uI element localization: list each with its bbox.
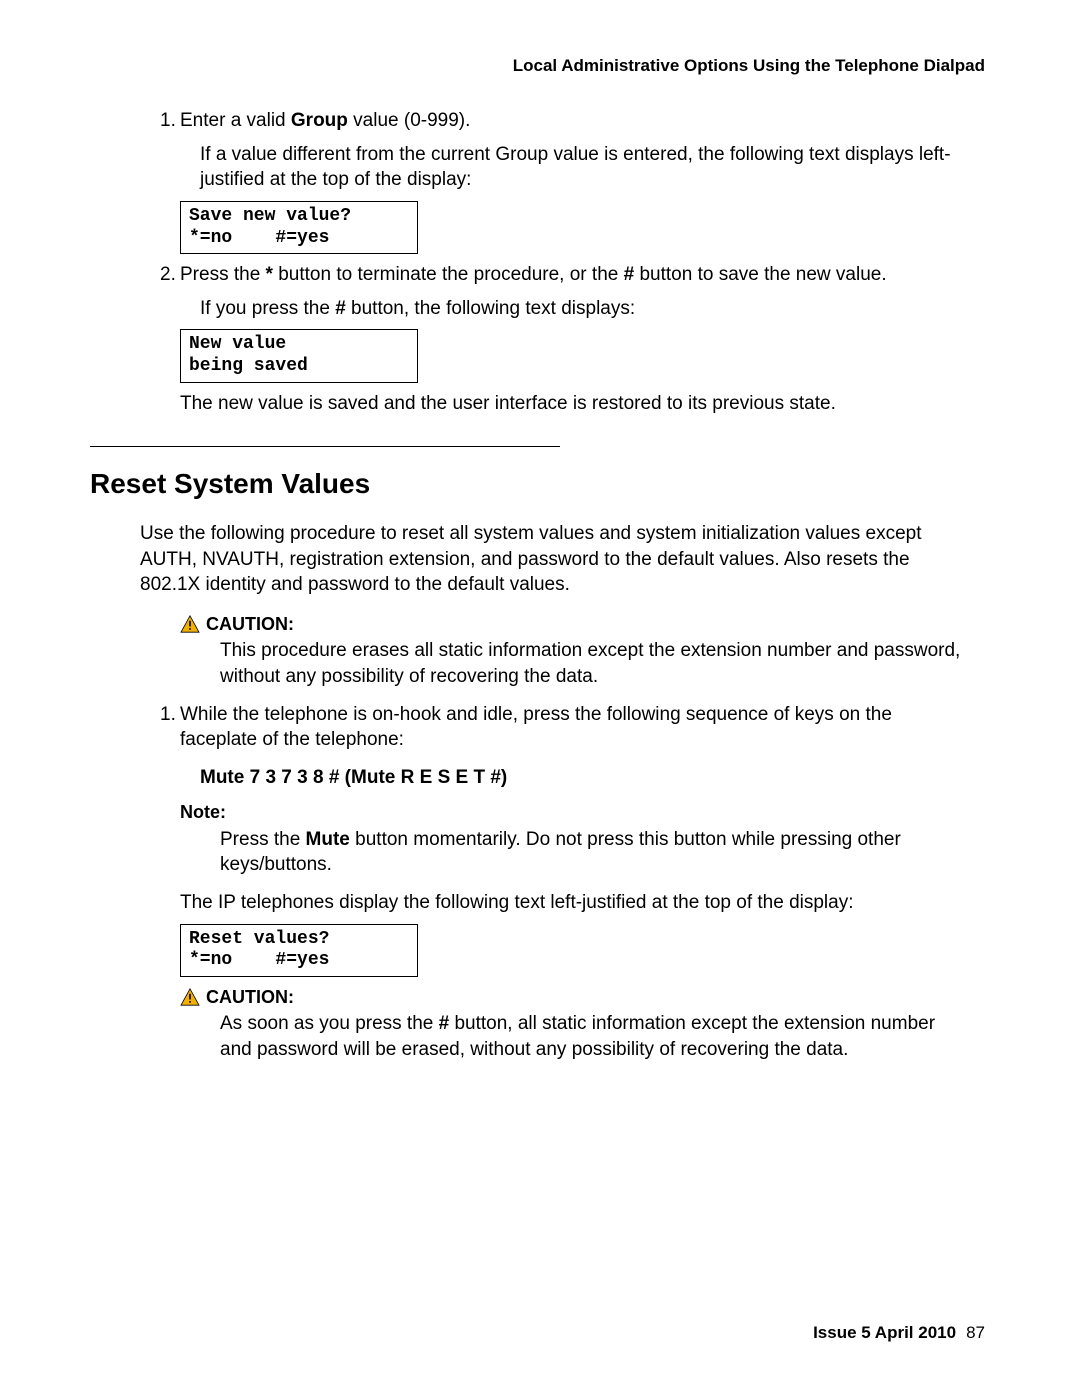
code-save-new-value: Save new value? *=no #=yes xyxy=(180,201,418,254)
step-2: 2. Press the * button to terminate the p… xyxy=(160,262,970,321)
caution-icon xyxy=(180,615,200,633)
step-1-description: If a value different from the current Gr… xyxy=(200,142,970,193)
section-intro: Use the following procedure to reset all… xyxy=(140,521,970,598)
reset-step-1: 1. While the telephone is on-hook and id… xyxy=(160,702,970,791)
document-page: Local Administrative Options Using the T… xyxy=(0,0,1080,1397)
step-2-text: Press the * button to terminate the proc… xyxy=(180,264,887,285)
page-content: 1. Enter a valid Group value (0-999). If… xyxy=(160,108,970,1074)
note-block: Note: Press the Mute button momentarily.… xyxy=(180,800,970,878)
step-1: 1. Enter a valid Group value (0-999). If… xyxy=(160,108,970,193)
caution-body: As soon as you press the # button, all s… xyxy=(220,1011,970,1062)
reset-step-1-text: While the telephone is on-hook and idle,… xyxy=(180,704,892,751)
caution-icon xyxy=(180,988,200,1006)
caution-body: This procedure erases all static informa… xyxy=(220,638,970,689)
caution-heading: CAUTION: xyxy=(180,985,970,1009)
section-heading-reset: Reset System Values xyxy=(90,465,970,503)
note-body: Press the Mute button momentarily. Do no… xyxy=(220,827,970,878)
step-2-result: The new value is saved and the user inte… xyxy=(180,391,970,417)
caution-block-1: CAUTION: This procedure erases all stati… xyxy=(180,612,970,690)
step-1-number: 1. xyxy=(160,108,176,134)
footer-issue: Issue 5 April 2010 xyxy=(813,1323,956,1342)
step-2-description: If you press the # button, the following… xyxy=(200,296,970,322)
footer-page-number: 87 xyxy=(966,1323,985,1342)
section-divider xyxy=(90,446,560,447)
caution-label: CAUTION: xyxy=(206,985,294,1009)
step-1-text: Enter a valid Group value (0-999). xyxy=(180,110,470,131)
page-footer: Issue 5 April 2010 87 xyxy=(813,1323,985,1343)
caution-block-2: CAUTION: As soon as you press the # butt… xyxy=(180,985,970,1063)
ip-telephone-para: The IP telephones display the following … xyxy=(180,890,970,916)
reset-step-1-number: 1. xyxy=(160,702,176,728)
step-2-number: 2. xyxy=(160,262,176,288)
code-new-value-saved: New value being saved xyxy=(180,329,418,382)
code-reset-values: Reset values? *=no #=yes xyxy=(180,924,418,977)
mute-sequence: Mute 7 3 7 3 8 # (Mute R E S E T #) xyxy=(200,765,970,791)
note-label: Note: xyxy=(180,800,970,824)
page-header: Local Administrative Options Using the T… xyxy=(513,56,985,76)
caution-label: CAUTION: xyxy=(206,612,294,636)
caution-heading: CAUTION: xyxy=(180,612,970,636)
